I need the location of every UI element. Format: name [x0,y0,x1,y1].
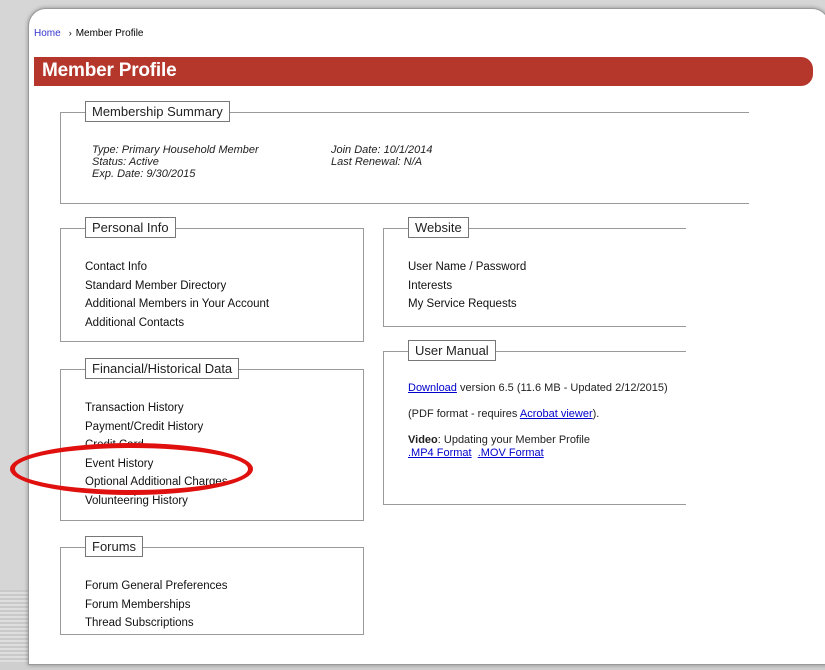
membership-exp-date: Exp. Date: 9/30/2015 [92,168,196,180]
video-text: : Updating your Member Profile [437,434,590,446]
link-payment-credit-history[interactable]: Payment/Credit History [85,418,228,437]
membership-summary-panel: Membership Summary Type: Primary Househo… [60,101,749,204]
mp4-format-link[interactable]: .MP4 Format [408,447,472,459]
user-manual-panel: User Manual Download version 6.5 (11.6 M… [383,340,686,505]
link-transaction-history[interactable]: Transaction History [85,399,228,418]
pdf-suffix: ). [592,408,600,420]
personal-info-panel: Personal Info Contact Info Standard Memb… [60,217,364,342]
breadcrumb-separator: › [68,28,72,38]
breadcrumb-home-link[interactable]: Home [34,28,61,39]
membership-type: Type: Primary Household Member [92,144,259,156]
membership-summary-legend: Membership Summary [85,101,230,122]
financial-legend: Financial/Historical Data [85,358,240,379]
link-username-password[interactable]: User Name / Password [408,258,526,277]
breadcrumb: Home › Member Profile [34,28,144,39]
link-standard-member-directory[interactable]: Standard Member Directory [85,277,269,296]
website-panel: Website User Name / Password Interests M… [383,217,686,327]
membership-status: Status: Active [92,156,159,168]
acrobat-viewer-link[interactable]: Acrobat viewer [520,408,593,420]
link-additional-members[interactable]: Additional Members in Your Account [85,295,269,314]
page-title-bar: Member Profile [34,57,813,86]
download-link[interactable]: Download [408,382,457,394]
link-thread-subscriptions[interactable]: Thread Subscriptions [85,614,228,633]
personal-info-links: Contact Info Standard Member Directory A… [85,258,269,332]
video-line: Video: Updating your Member Profile [408,434,678,447]
website-links: User Name / Password Interests My Servic… [408,258,526,314]
breadcrumb-current: Member Profile [75,28,144,39]
download-details: version 6.5 (11.6 MB - Updated 2/12/2015… [456,382,668,394]
page-title: Member Profile [42,60,177,81]
user-manual-legend: User Manual [408,340,496,361]
membership-summary-right: Join Date: 10/1/2014 Last Renewal: N/A [331,144,433,168]
website-legend: Website [408,217,469,238]
mov-format-link[interactable]: .MOV Format [478,447,544,459]
forums-links: Forum General Preferences Forum Membersh… [85,577,228,633]
personal-info-legend: Personal Info [85,217,176,238]
membership-last-renewal: Last Renewal: N/A [331,156,423,168]
link-forum-general-preferences[interactable]: Forum General Preferences [85,577,228,596]
video-formats: .MP4 Format .MOV Format [408,447,678,460]
forums-panel: Forums Forum General Preferences Forum M… [60,536,364,635]
user-manual-content: Download version 6.5 (11.6 MB - Updated … [408,382,678,460]
forums-legend: Forums [85,536,144,557]
membership-summary-left: Type: Primary Household Member Status: A… [92,144,259,180]
download-line: Download version 6.5 (11.6 MB - Updated … [408,382,678,395]
pdf-line: (PDF format - requires Acrobat viewer). [408,408,678,421]
background-strip [0,590,30,670]
link-additional-contacts[interactable]: Additional Contacts [85,314,269,333]
highlight-ellipse [10,443,253,495]
link-forum-memberships[interactable]: Forum Memberships [85,596,228,615]
link-service-requests[interactable]: My Service Requests [408,295,526,314]
video-label: Video [408,434,438,446]
link-contact-info[interactable]: Contact Info [85,258,269,277]
pdf-prefix: (PDF format - requires [408,408,520,420]
link-interests[interactable]: Interests [408,277,526,296]
membership-join-date: Join Date: 10/1/2014 [331,144,433,156]
